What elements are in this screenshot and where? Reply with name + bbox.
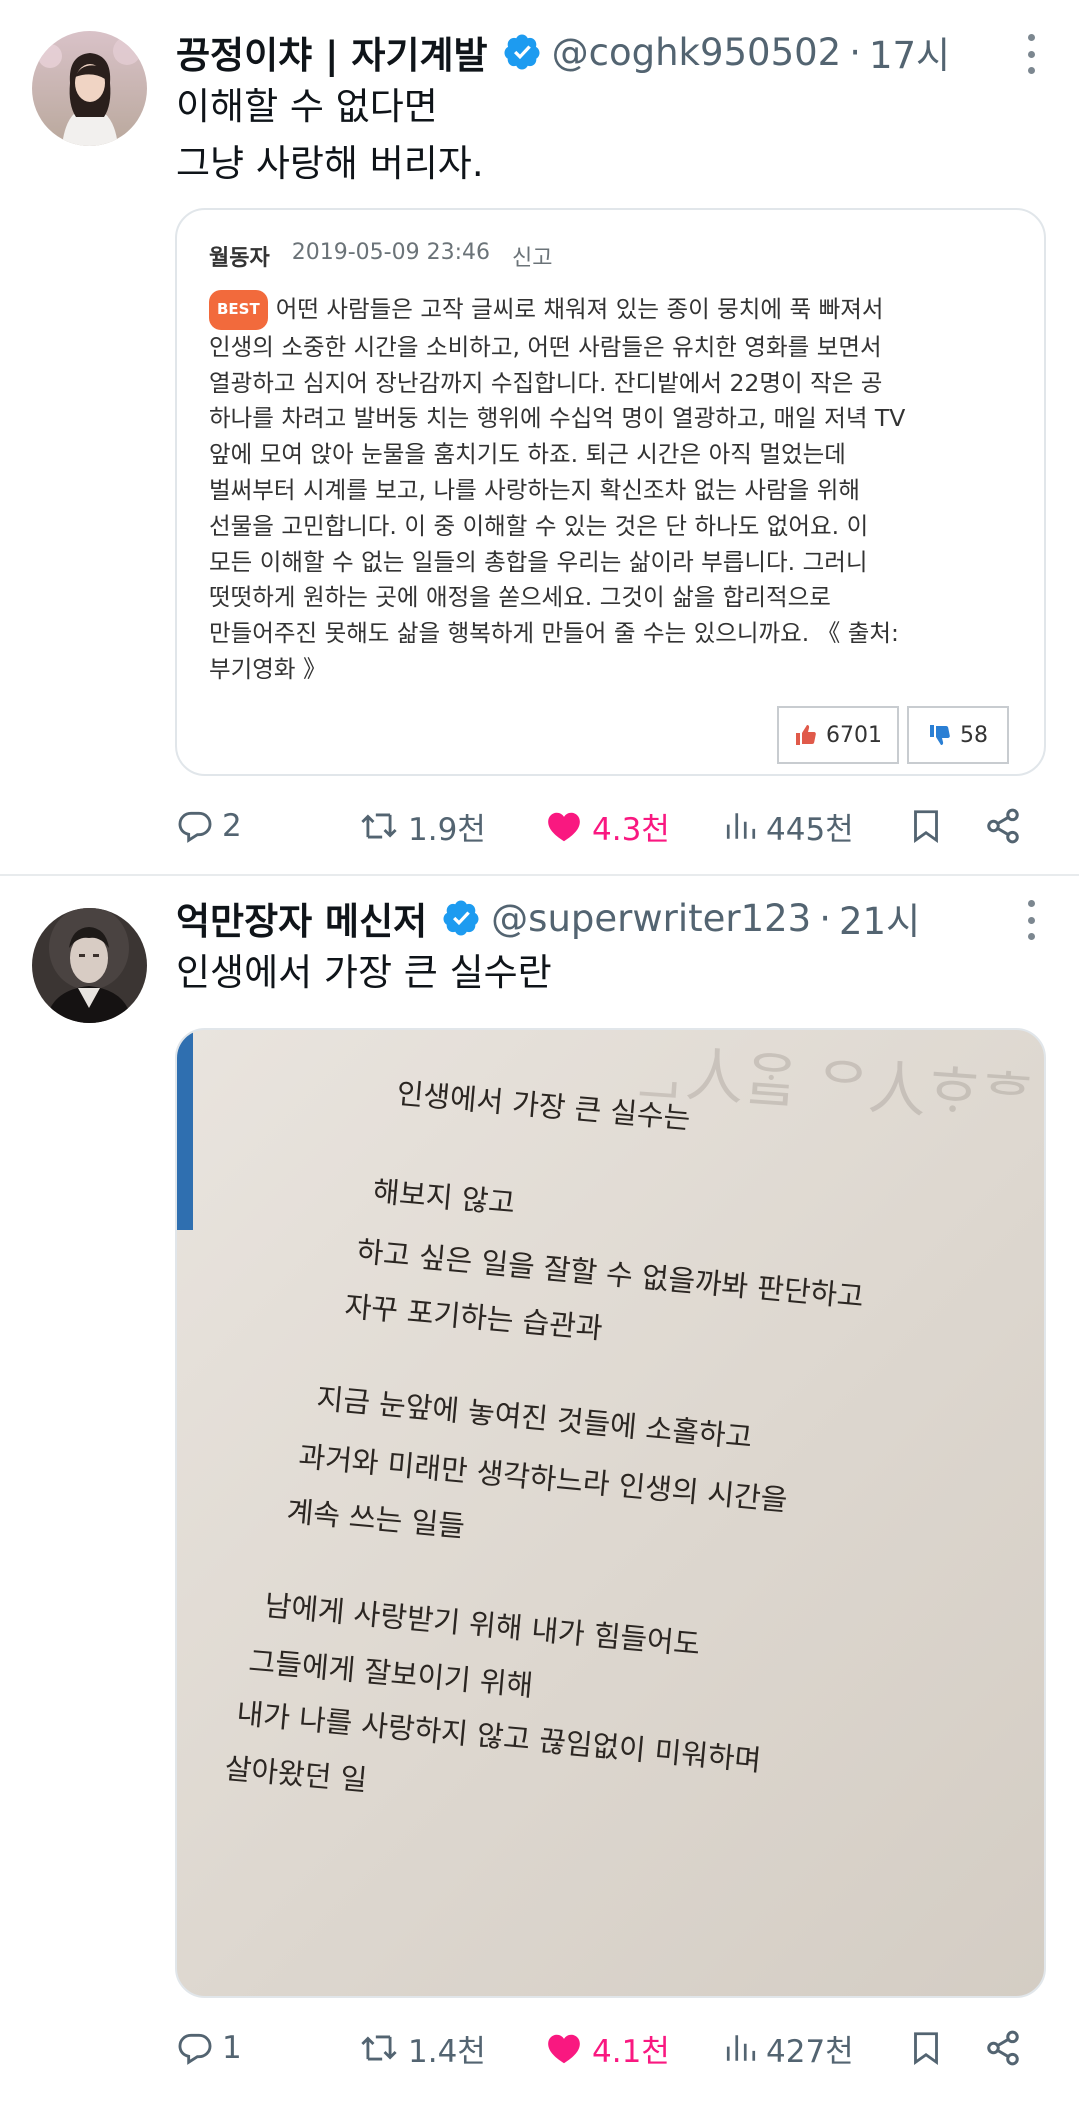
bookmark-button[interactable] (908, 798, 944, 854)
views-count: 427천 (766, 2033, 854, 2070)
action-bar: 1 1.4천 4.1천 427천 (176, 2020, 1045, 2076)
comment-line: 모든 이해할 수 없는 일들의 총합을 우리는 삶이라 부릅니다. 그러니 (209, 547, 868, 576)
views-icon (726, 813, 756, 839)
best-badge: BEST (209, 290, 268, 330)
upvote-box: 6701 (777, 706, 899, 764)
verified-badge-icon (504, 34, 540, 70)
tweet-text: 인생에서 가장 큰 실수란 (176, 944, 552, 1001)
views-button[interactable]: 445천 (724, 798, 854, 854)
retweet-count: 1.4천 (408, 2033, 486, 2070)
tweet-time[interactable]: 21시 (839, 891, 920, 945)
downvote-box: 58 (907, 706, 1009, 764)
views-button[interactable]: 427천 (724, 2020, 854, 2076)
comment-line: BEST 어떤 사람들은 고작 글씨로 채워져 있는 종이 뭉치에 푹 빠져서 (209, 290, 989, 330)
reply-count: 1 (222, 2030, 242, 2066)
share-icon (987, 2030, 1019, 2066)
comment-line: 인생의 소중한 시간을 소비하고, 어떤 사람들은 유치한 영화를 보면서 (209, 332, 882, 361)
like-button[interactable]: 4.3천 (544, 798, 670, 854)
share-button[interactable] (984, 798, 1022, 854)
verified-badge-icon (443, 900, 479, 936)
like-count: 4.3천 (592, 811, 670, 848)
retweet-icon (361, 2035, 397, 2061)
comment-report: 신고 (511, 246, 553, 271)
more-options-icon[interactable] (1025, 34, 1037, 74)
book-line: 계속 쓰는 일들 (285, 1494, 467, 1544)
tweet-2[interactable]: 억만장자 메신저 @superwriter123 · 21시 인생에서 가장 큰… (0, 878, 1079, 2106)
views-icon (726, 2035, 756, 2061)
comment-screenshot[interactable]: 월동자 2019-05-09 23:46 신고 BEST 어떤 사람들은 고작 글… (175, 208, 1046, 776)
author-handle[interactable]: @coghk950502 (552, 31, 842, 74)
comment-body: BEST 어떤 사람들은 고작 글씨로 채워져 있는 종이 뭉치에 푹 빠져서 인… (209, 290, 989, 688)
avatar[interactable] (32, 31, 147, 146)
book-line: 해보지 않고 (371, 1174, 517, 1221)
separator-dot: · (849, 30, 861, 74)
tweet-text-line: 이해할 수 없다면 (176, 85, 438, 128)
heart-icon (548, 812, 580, 842)
retweet-button[interactable]: 1.9천 (358, 798, 486, 854)
avatar[interactable] (32, 908, 147, 1023)
comment-datetime: 2019-05-09 23:46 (291, 240, 490, 265)
comment-line: 부기영화 》 (209, 654, 327, 683)
comment-meta: 월동자 2019-05-09 23:46 신고 (209, 240, 552, 272)
reply-count: 2 (222, 808, 242, 844)
book-spine (177, 1030, 217, 1230)
reply-button[interactable]: 1 (176, 2020, 242, 2076)
book-line: 자꾸 포기하는 습관과 (343, 1289, 604, 1346)
tweet-header: 억만장자 메신저 @superwriter123 · 21시 (176, 892, 920, 944)
share-button[interactable] (984, 2020, 1022, 2076)
tweet-text: 이해할 수 없다면 그냥 사랑해 버리자. (176, 78, 484, 192)
book-page-image[interactable]: ᄒᅠᄒᆞ人ᄋ ᄋᆞᆯ人ᆫ 인생에서 가장 큰 실수는 해보지 않고 하고 싶은 … (175, 1028, 1046, 1998)
retweet-button[interactable]: 1.4천 (358, 2020, 486, 2076)
share-icon (987, 808, 1019, 844)
reply-button[interactable]: 2 (176, 798, 242, 854)
book-line: 살아왔던 일 (223, 1751, 369, 1798)
like-count: 4.1천 (592, 2033, 670, 2070)
comment-line: 만들어주진 못해도 삶을 행복하게 만들어 줄 수는 있으니까요. 《 출처: (209, 619, 899, 648)
bleed-through-text: ᄒᅠᄒᆞ人ᄋ ᄋᆞᆯ人ᆫ (630, 1037, 1036, 1133)
bookmark-button[interactable] (908, 2020, 944, 2076)
author-name[interactable]: 억만장자 메신저 (176, 891, 427, 945)
comment-line: 벌써부터 시계를 보고, 나를 사랑하는지 확신조차 없는 사람을 위해 (209, 475, 860, 504)
upvote-count: 6701 (826, 722, 882, 748)
comment-line: 선물을 고민합니다. 이 중 이해할 수 있는 것은 단 하나도 없어요. 이 (209, 511, 869, 540)
reply-icon (178, 2033, 212, 2065)
retweet-icon (361, 813, 397, 839)
comment-line: 하나를 차려고 발버둥 치는 행위에 수십억 명이 열광하고, 매일 저녁 TV (209, 404, 906, 433)
downvote-count: 58 (960, 722, 988, 748)
views-count: 445천 (766, 811, 854, 848)
like-button[interactable]: 4.1천 (544, 2020, 670, 2076)
retweet-count: 1.9천 (408, 811, 486, 848)
comment-line: 열광하고 심지어 장난감까지 수집합니다. 잔디밭에서 22명이 작은 공 (209, 368, 883, 397)
bookmark-icon (914, 2032, 938, 2066)
separator-dot: · (819, 896, 831, 940)
comment-line: 앞에 모여 앉아 눈물을 훔치기도 하죠. 퇴근 시간은 아직 멀었는데 (209, 440, 846, 469)
action-bar: 2 1.9천 4.3천 445천 (176, 798, 1045, 854)
thumbs-down-icon (930, 725, 950, 745)
comment-line: 떳떳하게 원하는 곳에 애정을 쏟으세요. 그것이 삶을 합리적으로 (209, 583, 831, 612)
tweet-1[interactable]: 끙정이챠 | 자기계발 @coghk950502 · 17시 이해할 수 없다면… (0, 0, 1079, 876)
tweet-text-line: 인생에서 가장 큰 실수란 (176, 951, 552, 994)
author-handle[interactable]: @superwriter123 (491, 897, 811, 940)
tweet-text-line: 그냥 사랑해 버리자. (176, 142, 484, 185)
reply-icon (178, 811, 212, 843)
heart-icon (548, 2034, 580, 2064)
author-name[interactable]: 끙정이챠 | 자기계발 (176, 25, 488, 79)
comment-user: 월동자 (209, 246, 270, 271)
more-options-icon[interactable] (1025, 900, 1037, 940)
tweet-time[interactable]: 17시 (869, 25, 950, 79)
tweet-header: 끙정이챠 | 자기계발 @coghk950502 · 17시 (176, 26, 950, 78)
thumbs-up-icon (796, 725, 816, 745)
bookmark-icon (914, 810, 938, 844)
